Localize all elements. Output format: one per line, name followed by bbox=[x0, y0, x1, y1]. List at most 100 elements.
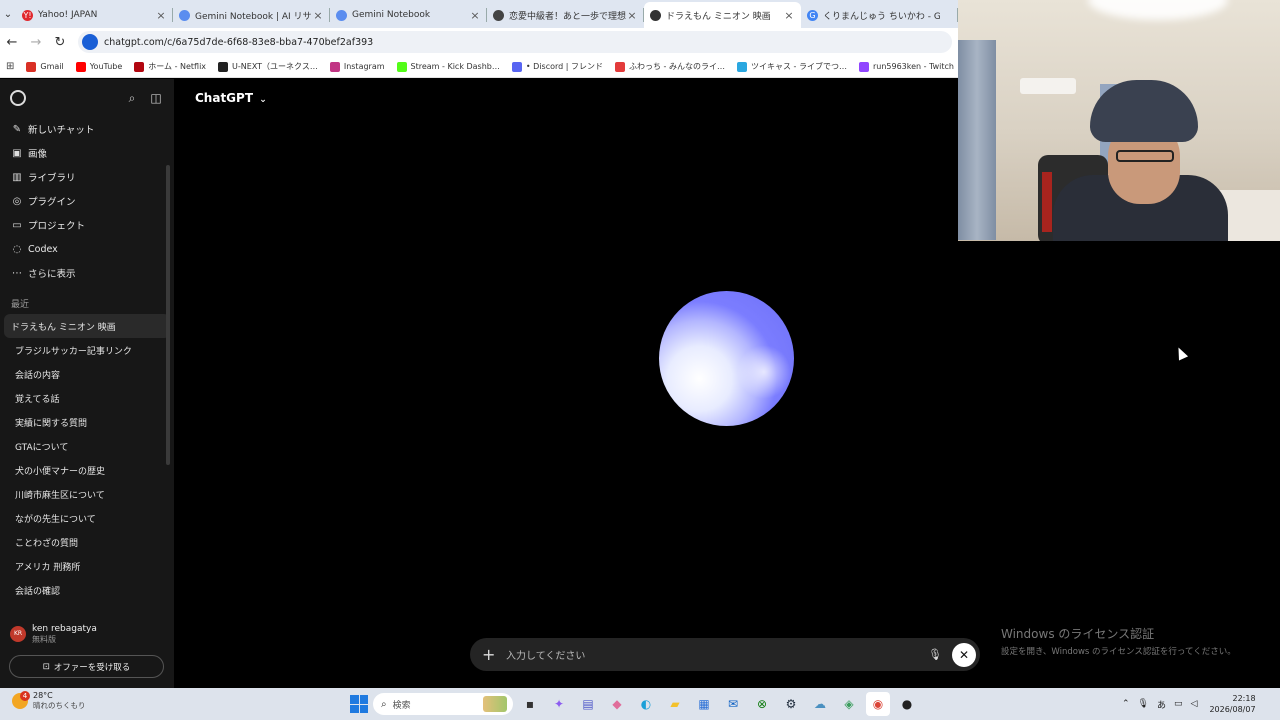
search-icon[interactable]: ⌕ bbox=[124, 91, 140, 106]
teams-icon[interactable]: ▤ bbox=[576, 692, 600, 716]
chat-history-item[interactable]: 実績に関する質問 bbox=[4, 410, 170, 434]
search-highlight-image bbox=[483, 696, 507, 712]
bookmark-favicon-icon bbox=[134, 61, 145, 72]
tab-search-chevron-icon[interactable]: ⌄ bbox=[0, 0, 16, 28]
bookmark-item[interactable]: U-NEXT（ユーネクス… bbox=[218, 61, 318, 72]
tab-favicon-icon: G bbox=[807, 9, 818, 21]
browser-tab[interactable]: Gemini Notebook | AI リサーチツ…× bbox=[173, 2, 330, 28]
chat-history-item[interactable]: ながの先生について bbox=[4, 506, 170, 530]
url-text[interactable]: chatgpt.com/c/6a75d7de-6f68-83e8-bba7-47… bbox=[104, 37, 373, 48]
tab-favicon-icon bbox=[336, 9, 347, 21]
chat-history-item[interactable]: GTAについて bbox=[4, 434, 170, 458]
chat-history-item[interactable]: 会話の確認 bbox=[4, 578, 170, 602]
bookmark-item[interactable]: YouTube bbox=[75, 61, 122, 72]
menu-item-icon: ◎ bbox=[12, 195, 22, 207]
sidebar-menu-item[interactable]: ◎ プラグイン bbox=[0, 189, 174, 213]
tab-close-icon[interactable]: × bbox=[312, 9, 324, 22]
sidebar-menu-item[interactable]: ✎ 新しいチャット bbox=[0, 117, 174, 141]
sidebar-menu-item[interactable]: ▭ プロジェクト bbox=[0, 213, 174, 237]
chevron-up-icon[interactable]: ⌃ bbox=[1122, 699, 1130, 709]
chrome-icon[interactable]: ◉ bbox=[866, 692, 890, 716]
taskbar-search[interactable]: ⌕ 検索 bbox=[373, 693, 513, 715]
chat-history-item[interactable]: ドラえもん ミニオン 映画 bbox=[4, 314, 170, 338]
sidebar-scrollbar[interactable] bbox=[166, 165, 170, 465]
browser-tab[interactable]: ドラえもん ミニオン 映画 × bbox=[644, 2, 801, 28]
microphone-icon[interactable]: 🎙 bbox=[1138, 699, 1149, 709]
browser-tab[interactable]: Y! Yahoo! JAPAN × bbox=[16, 2, 173, 28]
green-app-icon[interactable]: ◈ bbox=[837, 692, 861, 716]
copilot-icon[interactable]: ✦ bbox=[547, 692, 571, 716]
model-selector[interactable]: ChatGPT ⌄ bbox=[195, 91, 267, 105]
bookmark-item[interactable]: Instagram bbox=[329, 61, 385, 72]
task-view-icon[interactable]: ▪ bbox=[518, 692, 542, 716]
sidebar-menu-item[interactable]: ▥ ライブラリ bbox=[0, 165, 174, 189]
bookmark-label: run5963ken - Twitch bbox=[872, 62, 955, 71]
bookmark-item[interactable]: Stream - Kick Dashb… bbox=[396, 61, 500, 72]
start-windows-icon[interactable] bbox=[350, 695, 368, 713]
sidebar-menu-item[interactable]: ▣ 画像 bbox=[0, 141, 174, 165]
bookmark-item[interactable]: ふわっち - みんなのライ… bbox=[615, 61, 725, 72]
bookmark-item[interactable]: Gmail bbox=[26, 61, 64, 72]
tab-favicon-icon bbox=[493, 9, 504, 21]
bookmark-favicon-icon bbox=[329, 61, 340, 72]
tab-close-icon[interactable]: × bbox=[783, 9, 795, 22]
tab-title: くりまんじゅう ちいかわ - Google 検… bbox=[823, 11, 940, 22]
back-arrow-icon[interactable]: ← bbox=[0, 35, 24, 50]
plus-icon[interactable]: + bbox=[482, 645, 498, 664]
site-info-icon[interactable] bbox=[82, 34, 98, 50]
bookmark-item[interactable]: • Discord | フレンド bbox=[511, 61, 603, 72]
avatar: KR bbox=[10, 626, 26, 642]
edge-icon[interactable]: ◐ bbox=[634, 692, 658, 716]
bookmark-item[interactable]: run5963ken - Twitch bbox=[858, 61, 955, 72]
chat-history-item[interactable]: ブラジルサッカー記事リンク bbox=[4, 338, 170, 362]
bookmark-item[interactable]: ツイキャス - ライブでつ… bbox=[736, 61, 847, 72]
chat-history-list: ドラえもん ミニオン 映画 ブラジルサッカー記事リンク 会話の内容 覚えてる話 実績に関… bbox=[0, 314, 174, 602]
bookmark-item[interactable]: ホーム - Netflix bbox=[134, 61, 206, 72]
microphone-icon[interactable]: 🎙 bbox=[928, 648, 942, 661]
store-icon[interactable]: ▦ bbox=[692, 692, 716, 716]
ime-indicator[interactable]: あ bbox=[1157, 698, 1166, 711]
apps-grid-icon[interactable]: ⊞ bbox=[6, 61, 14, 73]
tab-close-icon[interactable]: × bbox=[626, 9, 638, 22]
browser-tab[interactable]: Gemini Notebook × bbox=[330, 2, 487, 28]
address-bar[interactable]: chatgpt.com/c/6a75d7de-6f68-83e8-bba7-47… bbox=[78, 31, 952, 53]
chatgpt-logo-icon[interactable] bbox=[10, 90, 26, 106]
offer-button[interactable]: ⊡ オファーを受け取る bbox=[9, 655, 164, 678]
pink-app-icon[interactable]: ◆ bbox=[605, 692, 629, 716]
close-voice-button[interactable]: ✕ bbox=[952, 642, 976, 667]
volume-icon[interactable]: ◁ bbox=[1191, 699, 1198, 709]
chat-history-item[interactable]: 覚えてる話 bbox=[4, 386, 170, 410]
network-icon[interactable]: ▭ bbox=[1174, 699, 1183, 709]
weather-widget[interactable]: 4 28°C 晴れのちくもり bbox=[12, 691, 86, 711]
chat-history-item[interactable]: 会話の内容 bbox=[4, 362, 170, 386]
chat-history-item[interactable]: 犬の小便マナーの歴史 bbox=[4, 458, 170, 482]
outlook-icon[interactable]: ✉ bbox=[721, 692, 745, 716]
clock[interactable]: 22:18 2026/08/07 bbox=[1209, 693, 1255, 715]
browser-tab[interactable]: G くりまんじゅう ちいかわ - Google 検… bbox=[801, 2, 958, 28]
forward-arrow-icon[interactable]: → bbox=[24, 35, 48, 50]
composer-input[interactable]: 入力してください bbox=[506, 647, 928, 662]
sidebar-menu-item[interactable]: ⋯ さらに表示 bbox=[0, 261, 174, 285]
close-icon: ✕ bbox=[958, 647, 970, 662]
steam-icon[interactable]: ⚙ bbox=[779, 692, 803, 716]
gift-icon: ⊡ bbox=[42, 661, 50, 672]
sidebar-toggle-icon[interactable]: ◫ bbox=[148, 91, 164, 105]
sidebar-header: ⌕ ◫ bbox=[0, 79, 174, 117]
recording-app-icon[interactable]: ● bbox=[895, 692, 919, 716]
cloud-app-icon[interactable]: ☁ bbox=[808, 692, 832, 716]
menu-item-label: ライブラリ bbox=[28, 173, 76, 184]
bookmark-label: Gmail bbox=[40, 62, 64, 71]
reload-icon[interactable]: ↻ bbox=[48, 35, 72, 50]
chat-history-item[interactable]: 川崎市麻生区について bbox=[4, 482, 170, 506]
chat-history-item[interactable]: ことわざの質問 bbox=[4, 530, 170, 554]
user-profile[interactable]: KR ken rebagatya 無料版 bbox=[0, 619, 174, 649]
tab-close-icon[interactable]: × bbox=[155, 9, 167, 22]
file-explorer-icon[interactable]: ▰ bbox=[663, 692, 687, 716]
chat-history-item[interactable]: アメリカ 刑務所 bbox=[4, 554, 170, 578]
bookmark-favicon-icon bbox=[396, 61, 407, 72]
xbox-icon[interactable]: ⊗ bbox=[750, 692, 774, 716]
sidebar-menu-item[interactable]: ◌ Codex bbox=[0, 237, 174, 261]
browser-tab[interactable]: 恋愛中級者！あと一歩で理想の…× bbox=[487, 2, 644, 28]
bookmarks-bar: ⊞ Gmail YouTube ホーム - Netflix U-NEXT（ユーネクス…… bbox=[0, 56, 1072, 78]
tab-close-icon[interactable]: × bbox=[469, 9, 481, 22]
